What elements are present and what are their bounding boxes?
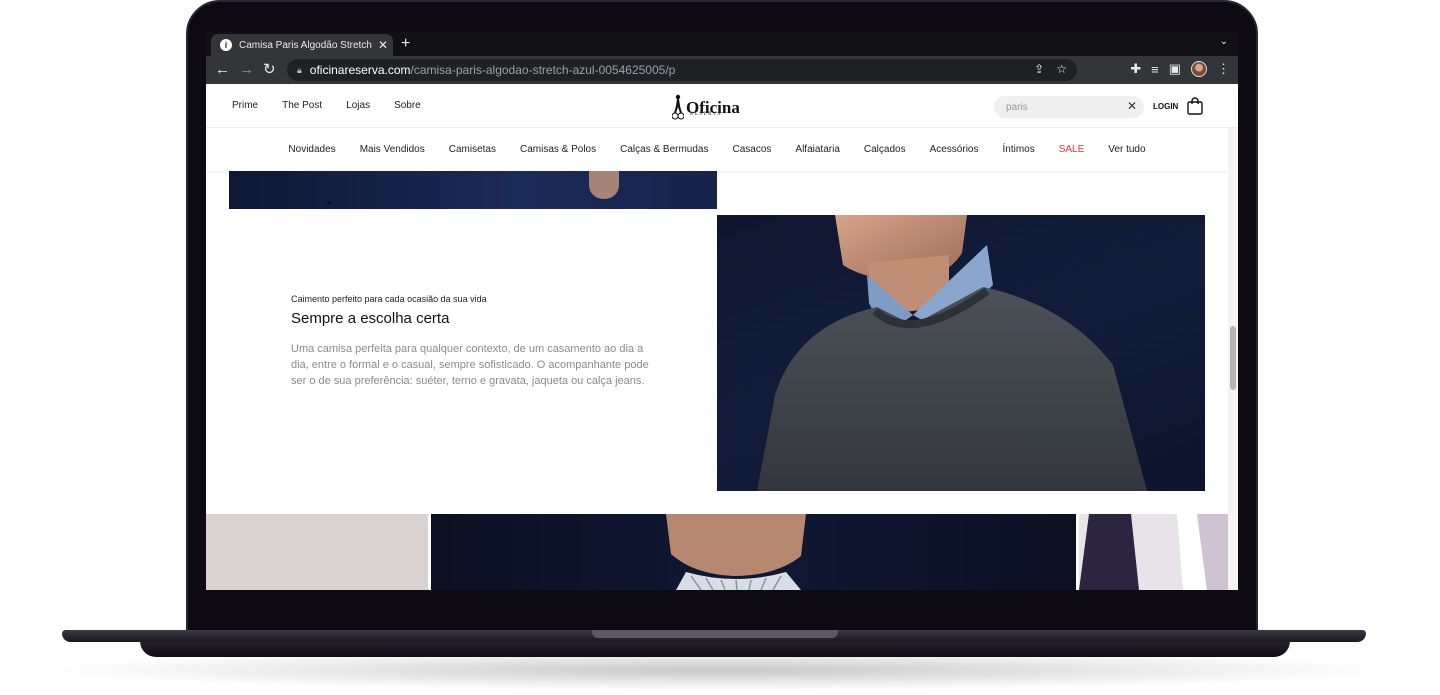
toolbar-actions: ✚ ≡ ▣ ⋮ [1130, 61, 1230, 77]
forward-arrow-icon[interactable]: → [239, 61, 254, 79]
menu-item-alfaiataria[interactable]: Alfaiataria [795, 144, 839, 155]
menu-item-casacos[interactable]: Casacos [733, 144, 772, 155]
browser-toolbar: ← → ↻ 🔒︎ oficinareserva.com/camisa-paris… [206, 56, 1238, 84]
product-photo-top [229, 171, 717, 209]
rider-logo-icon [672, 94, 684, 120]
top-link-lojas[interactable]: Lojas [346, 100, 370, 111]
browser-tab[interactable]: i Camisa Paris Algodão Stretch A ✕ [211, 34, 393, 56]
close-tab-icon[interactable]: ✕ [378, 38, 388, 52]
extensions-icon[interactable]: ✚ [1130, 61, 1141, 77]
reload-icon[interactable]: ↻ [263, 61, 276, 79]
side-panel-icon[interactable]: ▣ [1169, 61, 1181, 77]
laptop-base-lip [140, 641, 1290, 657]
section-body: Uma camisa perfeita para qualquer contex… [291, 343, 649, 387]
product-photo-portrait [431, 514, 1076, 590]
shirt-side-illustration [1079, 514, 1229, 590]
omnibox-actions: ⇪ ☆ [1034, 62, 1067, 76]
photo-shirt-button [327, 201, 331, 205]
star-icon[interactable]: ☆ [1056, 62, 1067, 76]
kebab-menu-icon[interactable]: ⋮ [1217, 61, 1230, 77]
scrollbar-thumb[interactable] [1230, 326, 1236, 390]
url-path: /camisa-paris-algodao-stretch-azul-00546… [410, 63, 676, 77]
back-arrow-icon[interactable]: ← [215, 61, 230, 79]
menu-item-mais-vendidos[interactable]: Mais Vendidos [360, 144, 425, 155]
lock-icon[interactable]: 🔒︎ [297, 65, 302, 76]
clear-search-icon[interactable]: ✕ [1127, 99, 1137, 113]
category-menu: Novidades Mais Vendidos Camisetas Camisa… [206, 128, 1228, 171]
browser-window: i Camisa Paris Algodão Stretch A ✕ + ⌄ ←… [206, 32, 1238, 590]
top-link-prime[interactable]: Prime [232, 100, 258, 111]
product-photo-shirt-side [1079, 514, 1229, 590]
section-title: Sempre a escolha certa [291, 310, 450, 327]
menu-item-novidades[interactable]: Novidades [288, 144, 335, 155]
web-page: Prime The Post Lojas Sobre Oficina RESER… [206, 84, 1238, 590]
address-bar[interactable]: 🔒︎ oficinareserva.com/camisa-paris-algod… [287, 59, 1077, 81]
shopping-bag-icon[interactable] [1187, 97, 1203, 115]
search-value: paris [1006, 101, 1028, 113]
login-link[interactable]: LOGIN [1153, 102, 1178, 111]
site-header: Prime The Post Lojas Sobre Oficina RESER… [206, 84, 1238, 128]
model-illustration [757, 215, 1147, 491]
top-links: Prime The Post Lojas Sobre [232, 100, 421, 111]
photo-hand [589, 171, 619, 199]
menu-item-calcados[interactable]: Calçados [864, 144, 906, 155]
profile-avatar-icon[interactable] [1191, 61, 1207, 77]
oficina-reserva-logo[interactable]: Oficina RESERVA [672, 92, 752, 122]
share-icon[interactable]: ⇪ [1034, 62, 1044, 76]
top-link-the-post[interactable]: The Post [282, 100, 322, 111]
menu-item-intimos[interactable]: Íntimos [1002, 144, 1034, 155]
menu-item-acessorios[interactable]: Acessórios [930, 144, 979, 155]
new-tab-icon[interactable]: + [401, 34, 410, 54]
portrait-illustration [666, 514, 806, 590]
section-eyebrow: Caimento perfeito para cada ocasião da s… [291, 294, 487, 304]
tab-title: Camisa Paris Algodão Stretch A [239, 39, 374, 51]
search-input[interactable]: paris ✕ [994, 96, 1144, 118]
menu-item-sale[interactable]: SALE [1059, 144, 1085, 155]
menu-item-calcas-bermudas[interactable]: Calças & Bermudas [620, 144, 708, 155]
menu-item-camisetas[interactable]: Camisetas [449, 144, 496, 155]
tab-strip: i Camisa Paris Algodão Stretch A ✕ + ⌄ [206, 32, 1238, 56]
tab-search-icon[interactable]: ⌄ [1220, 36, 1228, 47]
menu-item-ver-tudo[interactable]: Ver tudo [1108, 144, 1145, 155]
logo-subtext: RESERVA [690, 112, 723, 117]
laptop-notch [592, 630, 838, 638]
page-scrollbar[interactable] [1228, 128, 1238, 590]
reading-list-icon[interactable]: ≡ [1151, 62, 1159, 77]
info-favicon-icon: i [220, 39, 232, 51]
menu-item-camisas-polos[interactable]: Camisas & Polos [520, 144, 596, 155]
url-domain: oficinareserva.com [309, 63, 411, 77]
model-sweater-photo [717, 215, 1205, 491]
product-photo-light [206, 514, 428, 590]
top-link-sobre[interactable]: Sobre [394, 100, 421, 111]
laptop-mockup: i Camisa Paris Algodão Stretch A ✕ + ⌄ ←… [0, 0, 1440, 695]
